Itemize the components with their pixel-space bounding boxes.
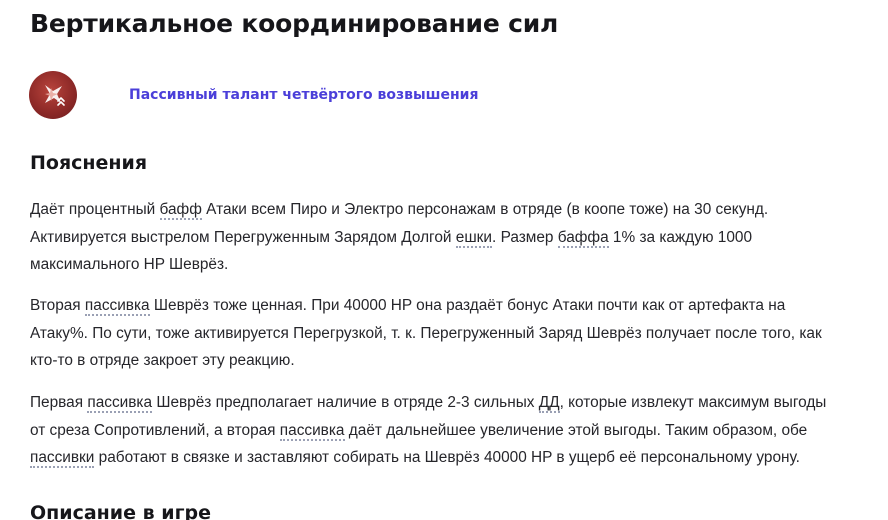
text: , которые извлекут максимум выгоды	[559, 394, 827, 411]
text: Шеврёз предполагает наличие в отряде 2-3…	[152, 394, 539, 411]
glossary-term-buffa[interactable]: баффа	[557, 228, 609, 248]
explanation-paragraph-3: Первая пассивка Шеврёз предполагает нали…	[30, 389, 880, 472]
text: кто-то в отряде закроет эту реакцию.	[30, 352, 295, 369]
text: Первая	[30, 394, 88, 411]
text: даёт дальнейшее увеличение этой выгоды. …	[344, 421, 808, 439]
explanation-paragraph-2: Вторая пассивка Шеврёз тоже ценная. При …	[30, 292, 880, 375]
text: от среза Сопротивлений, а вторая	[30, 421, 280, 439]
passive-talent-link[interactable]: Пассивный талант четвёртого возвышения	[129, 87, 478, 103]
text: . Размер	[492, 228, 558, 246]
glossary-term-passivka[interactable]: пассивка	[87, 394, 153, 413]
text: Шеврёз тоже ценная. При 40000 HP она раз…	[149, 297, 786, 314]
text: Активируется выстрелом Перегруженным Зар…	[30, 228, 456, 246]
page-title: Вертикальное координирование сил	[30, 9, 559, 38]
text: Атаки всем Пиро и Электро персонажам в о…	[201, 201, 769, 218]
glossary-term-dd[interactable]: ДД	[538, 394, 560, 413]
glossary-term-passivka[interactable]: пассивка	[279, 421, 345, 441]
text: максимального HP Шеврёз.	[30, 256, 229, 273]
sparkle-chevron-icon	[45, 85, 65, 106]
text: Атаку%. По сути, тоже активируется Перег…	[30, 324, 822, 342]
talent-row: Пассивный талант четвёртого возвышения	[29, 71, 478, 119]
explanation-paragraph-1: Даёт процентный бафф Атаки всем Пиро и Э…	[30, 196, 880, 279]
glossary-term-passivka[interactable]: пассивка	[84, 297, 150, 316]
passive-talent-icon	[29, 71, 77, 119]
explanations-heading: Пояснения	[30, 152, 148, 174]
description-heading: Описание в игре	[30, 502, 211, 520]
glossary-term-eshki[interactable]: ешки	[455, 228, 493, 248]
text: 1% за каждую 1000	[608, 228, 753, 246]
glossary-term-passivki[interactable]: пассивки	[30, 449, 95, 468]
text: Даёт процентный	[30, 201, 160, 218]
text: работают в связке и заставляют собирать …	[94, 449, 800, 466]
glossary-term-buff[interactable]: бафф	[159, 201, 202, 220]
text: Вторая	[30, 297, 85, 314]
